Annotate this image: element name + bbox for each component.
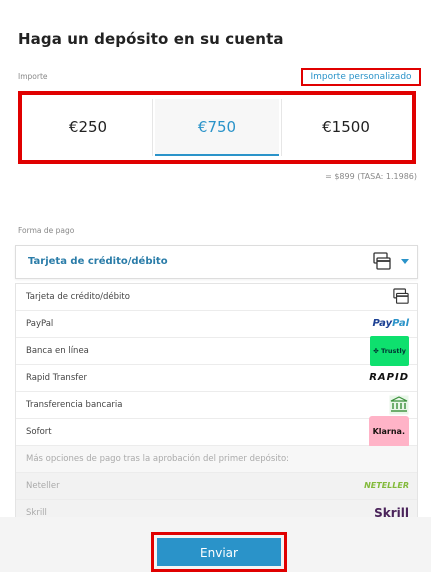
divider (152, 99, 153, 156)
amount-option-750[interactable]: €750 (155, 99, 279, 156)
paypal-logo-text-a: Pay (372, 318, 393, 329)
page-title: Haga un depósito en su cuenta (18, 30, 284, 48)
method-neteller: Neteller NETELLER (16, 473, 417, 500)
method-label: Transferencia bancaria (26, 400, 123, 410)
bank-icon (389, 392, 409, 418)
method-paypal[interactable]: PayPal PayPal (16, 311, 417, 338)
method-sofort[interactable]: Sofort Klarna. (16, 416, 417, 448)
more-options-info: Más opciones de pago tras la aprobación … (16, 446, 417, 473)
payment-method-label: Forma de pago (18, 226, 75, 235)
credit-card-icon (373, 252, 391, 276)
info-text: Más opciones de pago tras la aprobación … (26, 454, 290, 464)
amount-option-1500[interactable]: €1500 (284, 99, 408, 156)
rapid-logo-text: RAPID (369, 372, 409, 383)
custom-amount-link[interactable]: Importe personalizado (301, 68, 421, 86)
method-label: Tarjeta de crédito/débito (26, 292, 130, 302)
payment-method-list: Tarjeta de crédito/débito PayPal PayPal … (15, 283, 418, 527)
submit-highlight: Enviar (151, 532, 287, 572)
selected-method-label: Tarjeta de crédito/débito (28, 256, 168, 267)
trustly-logo-text: ✤ Trustly (370, 336, 409, 366)
divider (281, 99, 282, 156)
paypal-logo: PayPal (372, 311, 409, 337)
chevron-down-icon (401, 259, 409, 264)
klarna-logo: Klarna. (368, 416, 409, 448)
conversion-rate: = $899 (TASA: 1.1986) (325, 172, 417, 181)
method-bank-transfer[interactable]: Transferencia bancaria (16, 392, 417, 419)
credit-card-icon (393, 284, 409, 310)
method-rapid-transfer[interactable]: Rapid Transfer RAPID (16, 365, 417, 392)
method-label: PayPal (26, 319, 54, 329)
neteller-logo-text: NETELLER (364, 481, 409, 490)
amount-label: Importe (18, 72, 48, 81)
method-label: Neteller (26, 481, 60, 491)
method-label: Rapid Transfer (26, 373, 87, 383)
method-label: Sofort (26, 427, 52, 437)
paypal-logo-text-b: Pal (392, 318, 409, 329)
neteller-logo: NETELLER (364, 473, 409, 499)
klarna-logo-text: Klarna. (368, 416, 409, 448)
submit-button[interactable]: Enviar (157, 538, 281, 566)
amount-option-250[interactable]: €250 (26, 99, 150, 156)
rapid-transfer-logo: RAPID (369, 365, 409, 391)
method-label: Banca en línea (26, 346, 89, 356)
method-card[interactable]: Tarjeta de crédito/débito (16, 284, 417, 311)
payment-method-select[interactable]: Tarjeta de crédito/débito (15, 245, 418, 279)
method-online-banking[interactable]: Banca en línea ✤ Trustly (16, 336, 417, 366)
trustly-logo: ✤ Trustly (370, 336, 409, 366)
amount-options: €250 €750 €1500 (18, 91, 416, 164)
